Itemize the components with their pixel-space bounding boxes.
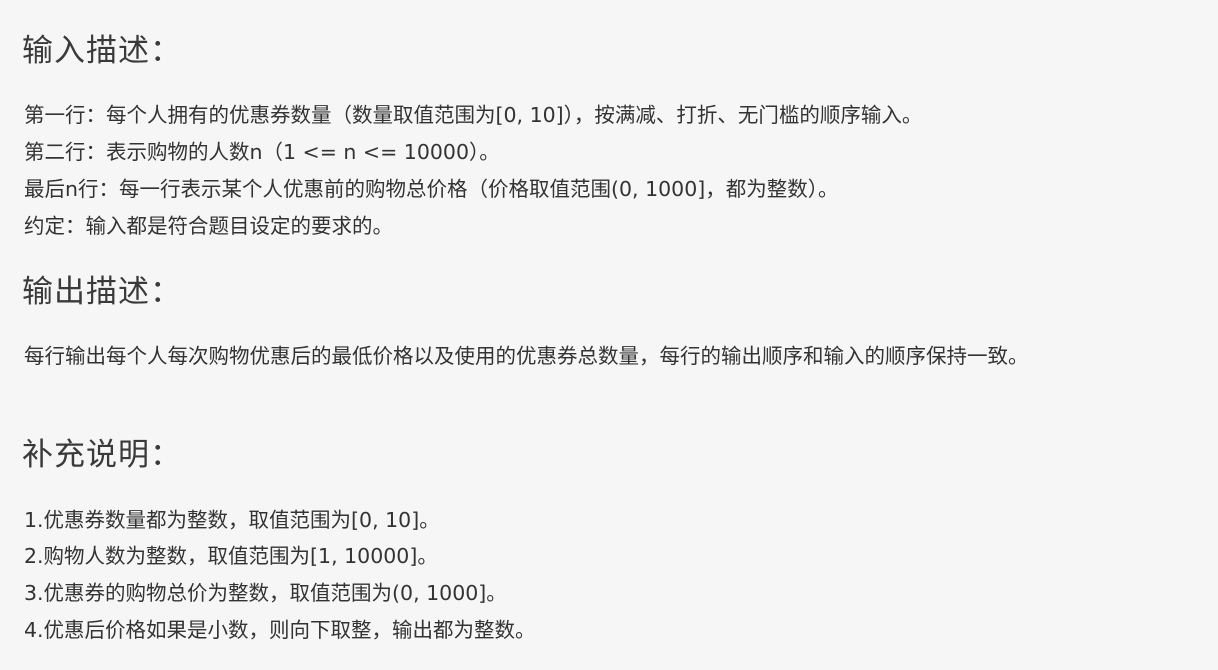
- problem-description: 输入描述： 第一行：每个人拥有的优惠券数量（数量取值范围为[0, 10]），按满…: [0, 0, 1218, 670]
- note-line-1: 1.优惠券数量都为整数，取值范围为[0, 10]。: [24, 508, 440, 532]
- input-description-heading: 输入描述：: [22, 33, 182, 69]
- input-line-4: 约定：输入都是符合题目设定的要求的。: [24, 214, 393, 238]
- output-description-text: 每行输出每个人每次购物优惠后的最低价格以及使用的优惠券总数量，每行的输出顺序和输…: [24, 344, 1029, 368]
- note-line-3: 3.优惠券的购物总价为整数，取值范围为(0, 1000]。: [24, 581, 507, 605]
- input-line-1: 第一行：每个人拥有的优惠券数量（数量取值范围为[0, 10]），按满减、打折、无…: [24, 103, 923, 127]
- note-line-2: 2.购物人数为整数，取值范围为[1, 10000]。: [24, 544, 438, 568]
- output-description-heading: 输出描述：: [22, 274, 182, 310]
- input-line-2: 第二行：表示购物的人数n（1 <= n <= 10000）。: [24, 140, 500, 164]
- supplementary-notes-heading: 补充说明：: [22, 437, 182, 473]
- note-line-4: 4.优惠后价格如果是小数，则向下取整，输出都为整数。: [24, 618, 536, 642]
- input-line-3: 最后n行：每一行表示某个人优惠前的购物总价格（价格取值范围(0, 1000]，都…: [24, 177, 839, 201]
